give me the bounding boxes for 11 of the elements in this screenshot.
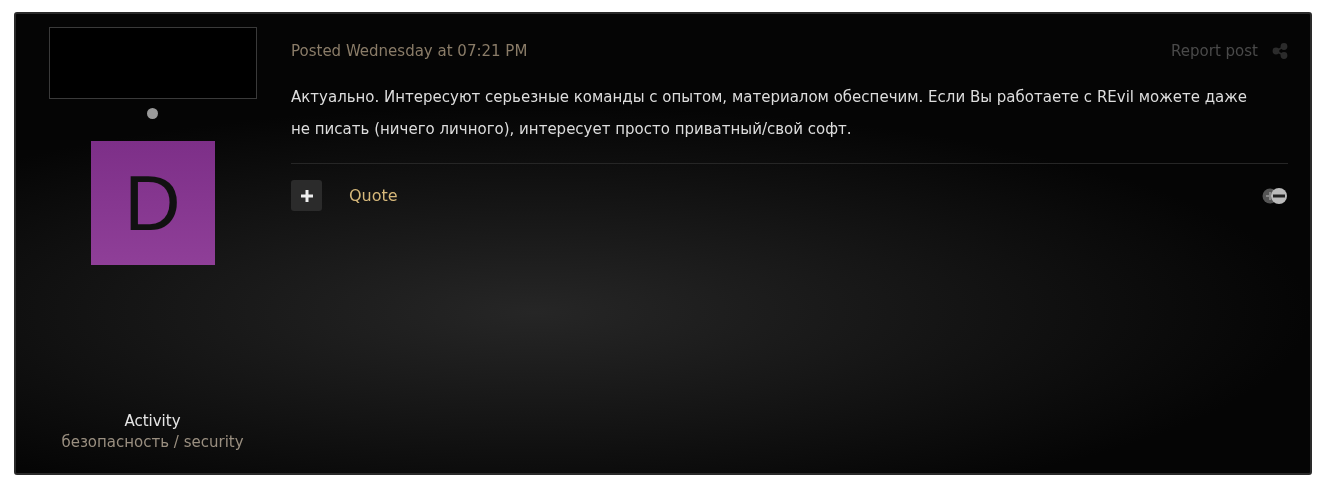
- activity-label: Activity: [124, 412, 181, 430]
- activity-value: безопасность / security: [61, 433, 244, 451]
- avatar[interactable]: D: [90, 141, 215, 265]
- reputation-icon[interactable]: [1262, 186, 1288, 205]
- status-dot-icon: [147, 108, 158, 119]
- report-post-link[interactable]: Report post: [1171, 42, 1258, 60]
- plus-icon: [300, 189, 313, 202]
- post-timestamp: Posted Wednesday at 07:21 PM: [291, 42, 528, 60]
- quote-link[interactable]: Quote: [349, 186, 398, 205]
- multiquote-button[interactable]: [291, 180, 322, 211]
- post-body: Актуально. Интересуют серьезные команды с опытом, материалом обеспечим. Если Вы работаете с REvil можете даже не писать (ничего личного), интересует просто приватный/свой софт.: [291, 81, 1288, 164]
